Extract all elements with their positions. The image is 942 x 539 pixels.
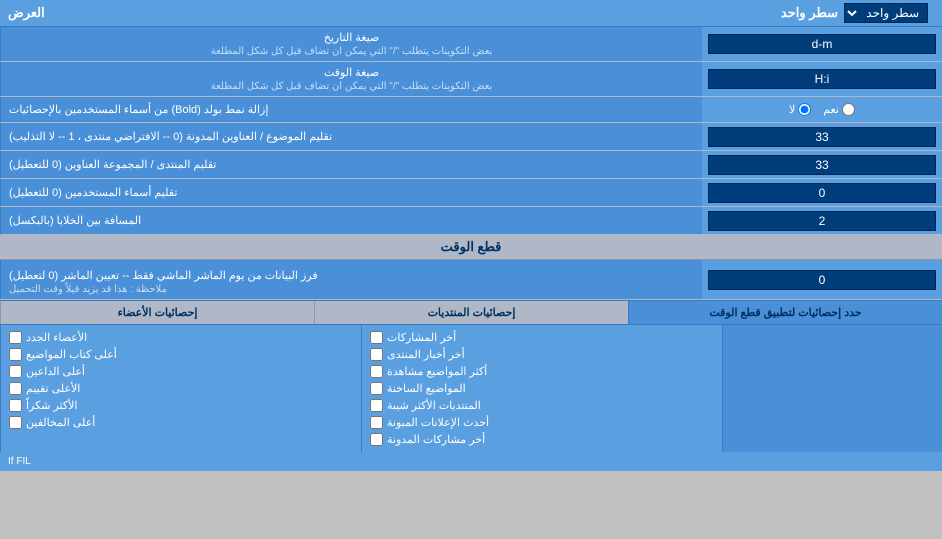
forum-stat-6-checkbox[interactable] [370,416,383,429]
date-format-input[interactable]: d-m [708,34,936,54]
col2-header: إحصائيات المنتديات [314,301,628,324]
display-mode-label: سطر واحد [781,5,838,21]
forum-stat-7-checkbox[interactable] [370,433,383,446]
bold-no-radio[interactable] [798,103,811,116]
member-stat-2-checkbox[interactable] [9,348,22,361]
date-format-sublabel: بعض التكوينات يتطلب "/" التي يمكن ان تضا… [211,46,493,57]
checkbox-item: الأعلى تقييم [9,380,353,397]
checkbox-item: الأعضاء الجدد [9,329,353,346]
member-stat-5-checkbox[interactable] [9,399,22,412]
usernames-input[interactable]: 0 [708,183,936,203]
apply-col [722,325,942,452]
forum-stat-5-checkbox[interactable] [370,399,383,412]
forum-titles-label: تقليم المنتدى / المجموعة العناوين (0 للت… [9,158,216,171]
subject-titles-input[interactable]: 33 [708,127,936,147]
bold-remove-label: إزالة نمط بولد (Bold) من أسماء المستخدمي… [9,103,268,116]
member-stat-1-checkbox[interactable] [9,331,22,344]
checkbox-item: أعلى المخالفين [9,414,353,431]
member-stats-col: الأعضاء الجدد أعلى كتاب المواضيع أعلى ال… [0,325,361,452]
bold-yes-label: نعم [823,103,855,116]
checkbox-item: أكثر المواضيع مشاهدة [370,363,714,380]
subject-titles-label: تقليم الموضوع / العناوين المدونة (0 -- ا… [9,130,332,143]
forum-stats-col: أخر المشاركات أخر أخبار المنتدى أكثر الم… [361,325,722,452]
forum-stat-2-checkbox[interactable] [370,348,383,361]
checkbox-item: المواضيع الساخنة [370,380,714,397]
checkbox-item: الأكثر شكراً [9,397,353,414]
time-format-sublabel: بعض التكوينات يتطلب "/" التي يمكن ان تضا… [211,81,493,92]
bold-yes-radio[interactable] [842,103,855,116]
member-stat-3-checkbox[interactable] [9,365,22,378]
date-format-label: صيغة التاريخ [324,31,379,44]
forum-stat-4-checkbox[interactable] [370,382,383,395]
apply-stats-label: حدد إحصائيات لتطبيق قطع الوقت [709,306,861,319]
cutoff-label: فرز البيانات من يوم الماشر الماشي فقط --… [9,269,318,282]
forum-titles-input[interactable]: 33 [708,155,936,175]
display-mode-select[interactable]: سطر واحد سطرين ثلاثة أسطر [844,3,928,23]
time-format-label: صيغة الوقت [324,66,379,79]
cutoff-input[interactable]: 0 [708,270,936,290]
col1-header: إحصائيات الأعضاء [0,301,314,324]
checkbox-item: أعلى الداعين [9,363,353,380]
forum-stat-1-checkbox[interactable] [370,331,383,344]
bold-no-label: لا [789,103,811,116]
checkbox-item: أخر أخبار المنتدى [370,346,714,363]
checkbox-item: المنتديات الأكثر شيبة [370,397,714,414]
checkbox-item: أعلى كتاب المواضيع [9,346,353,363]
forum-stat-3-checkbox[interactable] [370,365,383,378]
usernames-label: تقليم أسماء المستخدمين (0 للتعطيل) [9,186,177,199]
checkbox-item: أخر مشاركات المدونة [370,431,714,448]
cutoff-section-header: قطع الوقت [0,235,942,260]
if-fil-note: If FIL [0,452,942,471]
member-stat-6-checkbox[interactable] [9,416,22,429]
member-stat-4-checkbox[interactable] [9,382,22,395]
cell-spacing-input[interactable]: 2 [708,211,936,231]
time-format-input[interactable]: H:i [708,69,936,89]
page-title: العرض [8,5,45,21]
checkbox-item: أحدث الإعلانات المبونة [370,414,714,431]
cutoff-note: ملاحظة : هذا قد يزيد قيلاً وقت التحميل [9,284,167,295]
cell-spacing-label: المسافة بين الخلايا (بالبكسل) [9,214,141,227]
checkbox-item: أخر المشاركات [370,329,714,346]
